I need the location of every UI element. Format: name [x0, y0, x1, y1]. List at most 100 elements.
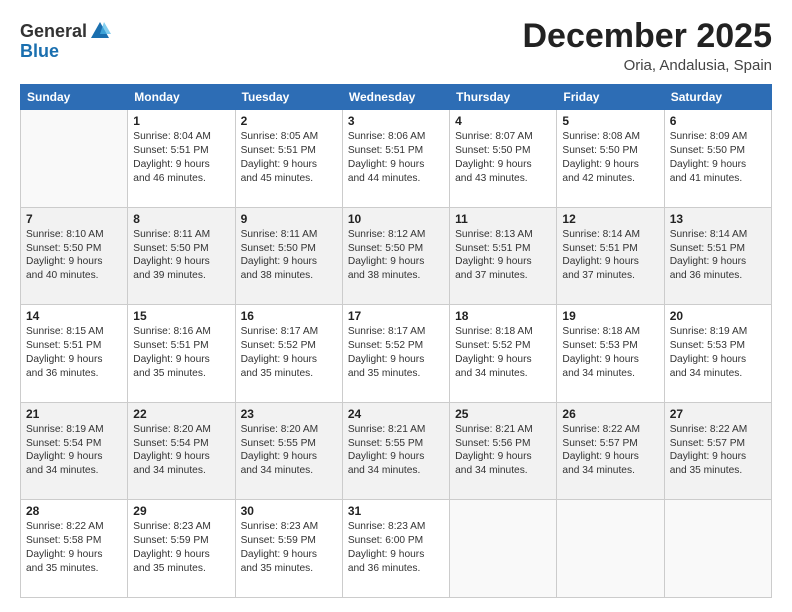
day-number: 15 [133, 309, 229, 323]
cell-info-line: and 40 minutes. [26, 269, 122, 283]
calendar-cell: 24Sunrise: 8:21 AMSunset: 5:55 PMDayligh… [342, 402, 449, 500]
day-number: 13 [670, 212, 766, 226]
cell-info-line: Sunset: 5:51 PM [133, 339, 229, 353]
cell-info-line: Daylight: 9 hours [26, 353, 122, 367]
cell-info-line: Daylight: 9 hours [348, 548, 444, 562]
cell-info-line: Daylight: 9 hours [26, 255, 122, 269]
calendar-cell: 10Sunrise: 8:12 AMSunset: 5:50 PMDayligh… [342, 207, 449, 305]
cell-info-line: and 37 minutes. [562, 269, 658, 283]
cell-info-line: Daylight: 9 hours [241, 255, 337, 269]
cell-info-line: Sunset: 5:51 PM [348, 144, 444, 158]
day-number: 31 [348, 504, 444, 518]
logo: General Blue [20, 22, 111, 62]
cell-info-line: Sunrise: 8:16 AM [133, 325, 229, 339]
cell-info-line: Sunrise: 8:17 AM [241, 325, 337, 339]
cell-info-line: Sunrise: 8:19 AM [26, 423, 122, 437]
cell-info-line: Sunset: 5:55 PM [348, 437, 444, 451]
day-number: 4 [455, 114, 551, 128]
cell-info-line: Daylight: 9 hours [133, 353, 229, 367]
cell-info-line: and 35 minutes. [26, 562, 122, 576]
calendar-week-row: 14Sunrise: 8:15 AMSunset: 5:51 PMDayligh… [21, 305, 772, 403]
cell-info-line: Sunrise: 8:21 AM [455, 423, 551, 437]
cell-info-line: Sunset: 5:58 PM [26, 534, 122, 548]
calendar-cell: 12Sunrise: 8:14 AMSunset: 5:51 PMDayligh… [557, 207, 664, 305]
calendar-cell: 20Sunrise: 8:19 AMSunset: 5:53 PMDayligh… [664, 305, 771, 403]
cell-info-line: Sunset: 5:52 PM [455, 339, 551, 353]
calendar-cell [450, 500, 557, 598]
day-number: 17 [348, 309, 444, 323]
cell-info-line: Sunset: 5:57 PM [562, 437, 658, 451]
cell-info-line: Daylight: 9 hours [670, 353, 766, 367]
cell-info-line: Daylight: 9 hours [670, 450, 766, 464]
cell-info-line: and 34 minutes. [562, 464, 658, 478]
cell-info-line: and 44 minutes. [348, 172, 444, 186]
cell-info-line: and 36 minutes. [348, 562, 444, 576]
cell-info-line: and 34 minutes. [348, 464, 444, 478]
calendar-cell: 5Sunrise: 8:08 AMSunset: 5:50 PMDaylight… [557, 110, 664, 208]
logo-general-text: General [20, 22, 87, 42]
weekday-header-saturday: Saturday [664, 85, 771, 110]
cell-info-line: Sunset: 5:51 PM [133, 144, 229, 158]
cell-info-line: Sunset: 6:00 PM [348, 534, 444, 548]
day-number: 28 [26, 504, 122, 518]
cell-info-line: and 34 minutes. [241, 464, 337, 478]
cell-info-line: Sunset: 5:51 PM [455, 242, 551, 256]
cell-info-line: and 35 minutes. [241, 367, 337, 381]
month-title: December 2025 [522, 18, 772, 55]
cell-info-line: Sunset: 5:59 PM [133, 534, 229, 548]
cell-info-line: Sunrise: 8:20 AM [241, 423, 337, 437]
cell-info-line: Sunrise: 8:18 AM [455, 325, 551, 339]
day-number: 2 [241, 114, 337, 128]
cell-info-line: Sunrise: 8:09 AM [670, 130, 766, 144]
calendar-cell [664, 500, 771, 598]
cell-info-line: Daylight: 9 hours [348, 450, 444, 464]
day-number: 7 [26, 212, 122, 226]
cell-info-line: Sunset: 5:50 PM [241, 242, 337, 256]
calendar-cell: 6Sunrise: 8:09 AMSunset: 5:50 PMDaylight… [664, 110, 771, 208]
cell-info-line: Sunset: 5:54 PM [133, 437, 229, 451]
cell-info-line: Sunset: 5:51 PM [26, 339, 122, 353]
cell-info-line: Sunset: 5:54 PM [26, 437, 122, 451]
calendar-cell: 30Sunrise: 8:23 AMSunset: 5:59 PMDayligh… [235, 500, 342, 598]
cell-info-line: and 35 minutes. [348, 367, 444, 381]
day-number: 11 [455, 212, 551, 226]
cell-info-line: Sunset: 5:50 PM [348, 242, 444, 256]
day-number: 8 [133, 212, 229, 226]
day-number: 6 [670, 114, 766, 128]
cell-info-line: Daylight: 9 hours [455, 353, 551, 367]
cell-info-line: Sunset: 5:51 PM [670, 242, 766, 256]
cell-info-line: and 34 minutes. [455, 367, 551, 381]
day-number: 3 [348, 114, 444, 128]
day-number: 20 [670, 309, 766, 323]
cell-info-line: Sunset: 5:55 PM [241, 437, 337, 451]
weekday-header-sunday: Sunday [21, 85, 128, 110]
cell-info-line: Sunset: 5:53 PM [670, 339, 766, 353]
cell-info-line: and 34 minutes. [562, 367, 658, 381]
calendar-cell: 15 Sunrise: 8:16 AMSunset: 5:51 PMDayligh… [128, 305, 235, 403]
cell-info-line: Daylight: 9 hours [241, 548, 337, 562]
header: General Blue December 2025 Oria, Andalus… [20, 18, 772, 74]
calendar-cell: 13Sunrise: 8:14 AMSunset: 5:51 PMDayligh… [664, 207, 771, 305]
cell-info-line: Sunset: 5:59 PM [241, 534, 337, 548]
weekday-header-monday: Monday [128, 85, 235, 110]
cell-info-line: Sunrise: 8:07 AM [455, 130, 551, 144]
cell-info-line: Sunrise: 8:05 AM [241, 130, 337, 144]
weekday-header-thursday: Thursday [450, 85, 557, 110]
day-number: 21 [26, 407, 122, 421]
cell-info-line: and 34 minutes. [26, 464, 122, 478]
weekday-header-row: SundayMondayTuesdayWednesdayThursdayFrid… [21, 85, 772, 110]
calendar-cell: 28Sunrise: 8:22 AMSunset: 5:58 PMDayligh… [21, 500, 128, 598]
cell-info-line: Daylight: 9 hours [562, 353, 658, 367]
calendar-cell: 31Sunrise: 8:23 AMSunset: 6:00 PMDayligh… [342, 500, 449, 598]
cell-info-line: Sunset: 5:53 PM [562, 339, 658, 353]
weekday-header-wednesday: Wednesday [342, 85, 449, 110]
day-number: 19 [562, 309, 658, 323]
day-number: 14 [26, 309, 122, 323]
cell-info-line: Sunrise: 8:14 AM [562, 228, 658, 242]
cell-info-line: and 35 minutes. [670, 464, 766, 478]
cell-info-line: Sunset: 5:50 PM [133, 242, 229, 256]
calendar-cell: 7Sunrise: 8:10 AMSunset: 5:50 PMDaylight… [21, 207, 128, 305]
cell-info-line: Sunset: 5:50 PM [455, 144, 551, 158]
cell-info-line: and 38 minutes. [241, 269, 337, 283]
calendar-cell: 1Sunrise: 8:04 AMSunset: 5:51 PMDaylight… [128, 110, 235, 208]
